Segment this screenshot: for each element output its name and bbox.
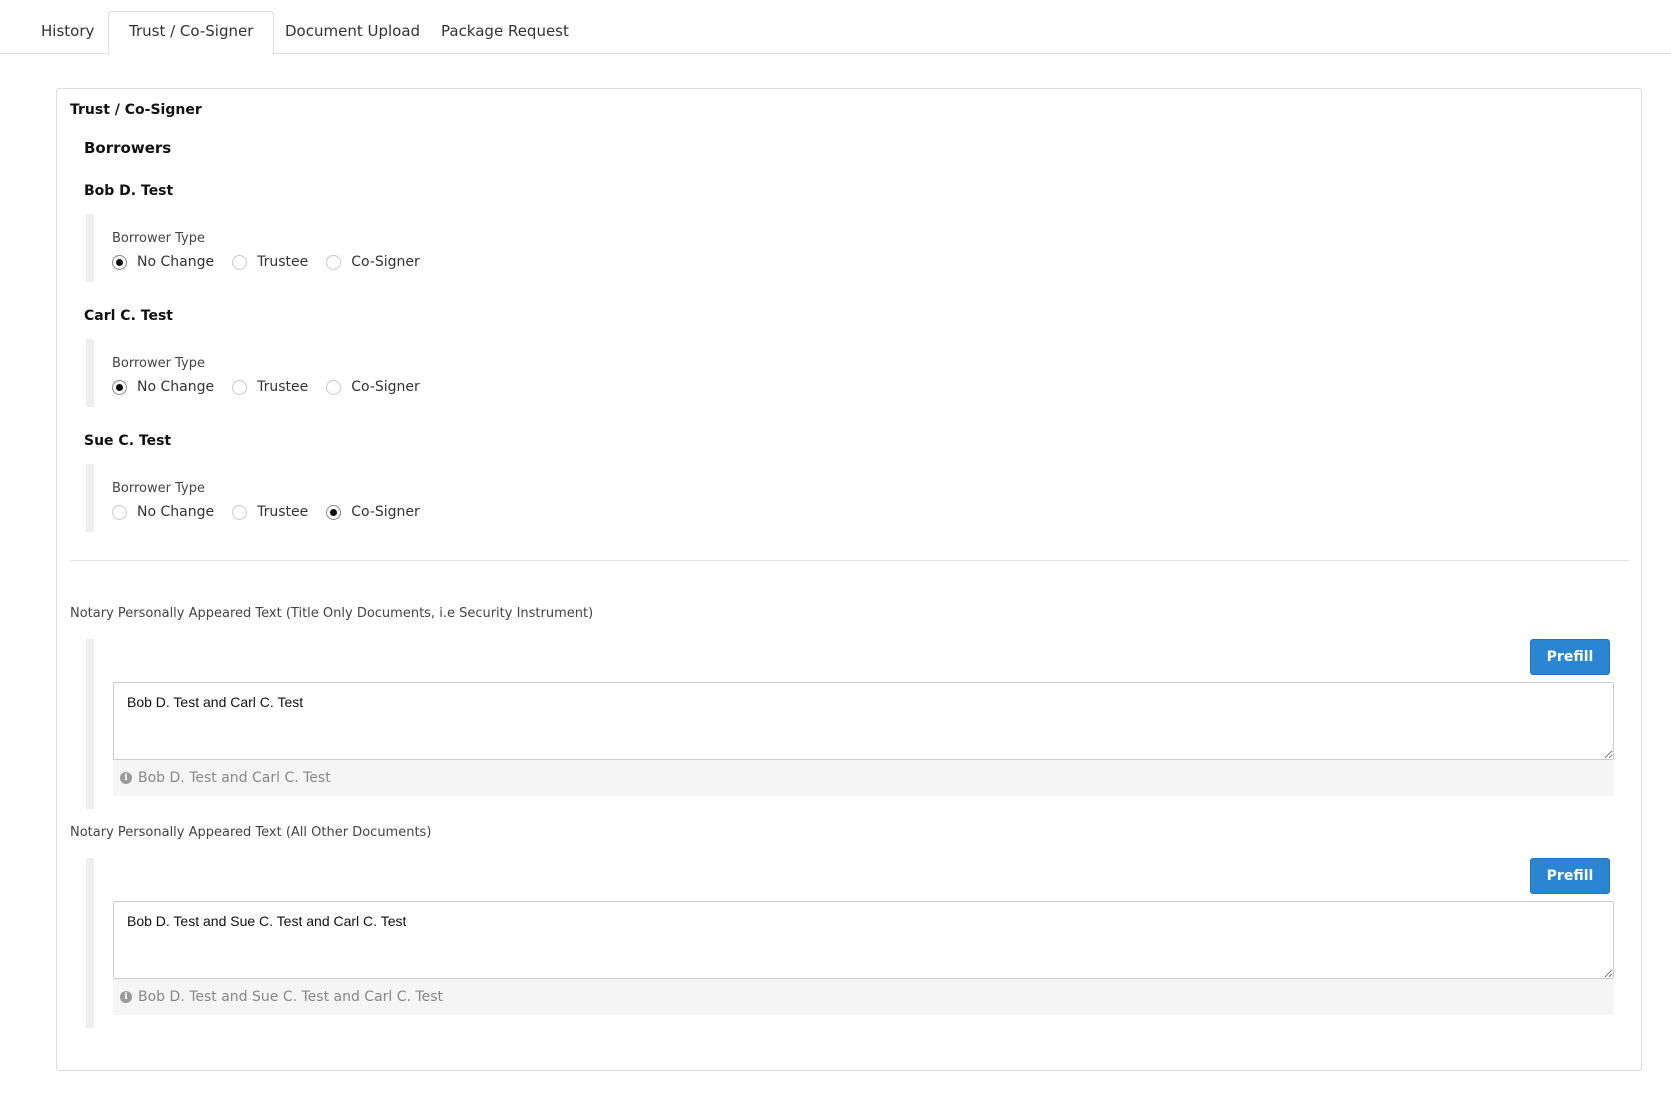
- hint-text: Bob D. Test and Carl C. Test: [138, 770, 331, 786]
- info-icon: i: [120, 991, 132, 1003]
- notary-title-only-well: [86, 639, 94, 809]
- borrower-type-label: Borrower Type: [112, 481, 205, 496]
- radio-option-co-signer[interactable]: Co-Signer: [326, 379, 420, 395]
- radio-label: No Change: [137, 254, 215, 270]
- borrowers-heading: Borrowers: [84, 139, 172, 157]
- notary-title-only-hint: i Bob D. Test and Carl C. Test: [113, 760, 1614, 796]
- notary-all-other-hint: i Bob D. Test and Sue C. Test and Carl C…: [113, 979, 1614, 1015]
- radio-label: Co-Signer: [351, 379, 420, 395]
- info-icon: i: [120, 772, 132, 784]
- tab-history[interactable]: History: [20, 11, 115, 55]
- prefill-all-other-button[interactable]: Prefill: [1530, 858, 1610, 894]
- hint-text: Bob D. Test and Sue C. Test and Carl C. …: [138, 989, 443, 1005]
- prefill-title-only-button[interactable]: Prefill: [1530, 639, 1610, 675]
- radio-circle-icon[interactable]: [112, 504, 127, 520]
- tab-trust-co-signer[interactable]: Trust / Co-Signer: [108, 11, 275, 55]
- trust-co-signer-panel: Trust / Co-Signer Borrowers Bob D. Test …: [56, 88, 1642, 1071]
- borrower-well: [86, 339, 94, 407]
- radio-option-no-change[interactable]: No Change: [112, 379, 214, 395]
- radio-circle-icon[interactable]: [326, 379, 342, 395]
- radio-circle-icon[interactable]: [232, 254, 248, 270]
- notary-title-only-label: Notary Personally Appeared Text (Title O…: [70, 606, 594, 621]
- radio-label: Co-Signer: [351, 504, 420, 520]
- radio-circle-icon[interactable]: [326, 504, 342, 520]
- borrower-type-radio-group: No Change Trustee Co-Signer: [112, 376, 438, 398]
- borrower-type-radio-group: No Change Trustee Co-Signer: [112, 501, 438, 523]
- radio-circle-icon[interactable]: [232, 504, 248, 520]
- radio-label: No Change: [137, 504, 215, 520]
- radio-option-no-change[interactable]: No Change: [112, 254, 214, 270]
- radio-option-trustee[interactable]: Trustee: [232, 254, 308, 270]
- borrower-well: [86, 464, 94, 532]
- notary-all-other-well: [86, 858, 94, 1028]
- borrower-name: Sue C. Test: [84, 433, 172, 449]
- borrower-name: Carl C. Test: [84, 308, 173, 324]
- radio-circle-icon[interactable]: [112, 254, 127, 270]
- radio-option-trustee[interactable]: Trustee: [232, 379, 308, 395]
- borrower-type-label: Borrower Type: [112, 231, 205, 246]
- section-divider: [70, 560, 1629, 561]
- radio-label: No Change: [137, 379, 215, 395]
- notary-title-only-textarea[interactable]: Bob D. Test and Carl C. Test: [113, 682, 1614, 760]
- radio-circle-icon[interactable]: [232, 379, 248, 395]
- notary-all-other-label: Notary Personally Appeared Text (All Oth…: [70, 825, 432, 840]
- borrower-type-radio-group: No Change Trustee Co-Signer: [112, 251, 438, 273]
- tab-package-request[interactable]: Package Request: [420, 11, 590, 55]
- radio-label: Trustee: [257, 504, 309, 520]
- panel-title: Trust / Co-Signer: [70, 102, 202, 118]
- radio-option-trustee[interactable]: Trustee: [232, 504, 308, 520]
- radio-label: Co-Signer: [351, 254, 420, 270]
- notary-all-other-textarea[interactable]: Bob D. Test and Sue C. Test and Carl C. …: [113, 901, 1614, 979]
- radio-circle-icon[interactable]: [326, 254, 342, 270]
- borrower-type-label: Borrower Type: [112, 356, 205, 371]
- borrower-well: [86, 214, 94, 282]
- borrower-name: Bob D. Test: [84, 183, 174, 199]
- radio-option-co-signer[interactable]: Co-Signer: [326, 504, 420, 520]
- tab-document-upload[interactable]: Document Upload: [264, 11, 441, 55]
- radio-option-co-signer[interactable]: Co-Signer: [326, 254, 420, 270]
- radio-circle-icon[interactable]: [112, 379, 127, 395]
- tab-bar: History Trust / Co-Signer Document Uploa…: [0, 0, 1671, 55]
- radio-label: Trustee: [257, 379, 309, 395]
- radio-option-no-change[interactable]: No Change: [112, 504, 214, 520]
- radio-label: Trustee: [257, 254, 309, 270]
